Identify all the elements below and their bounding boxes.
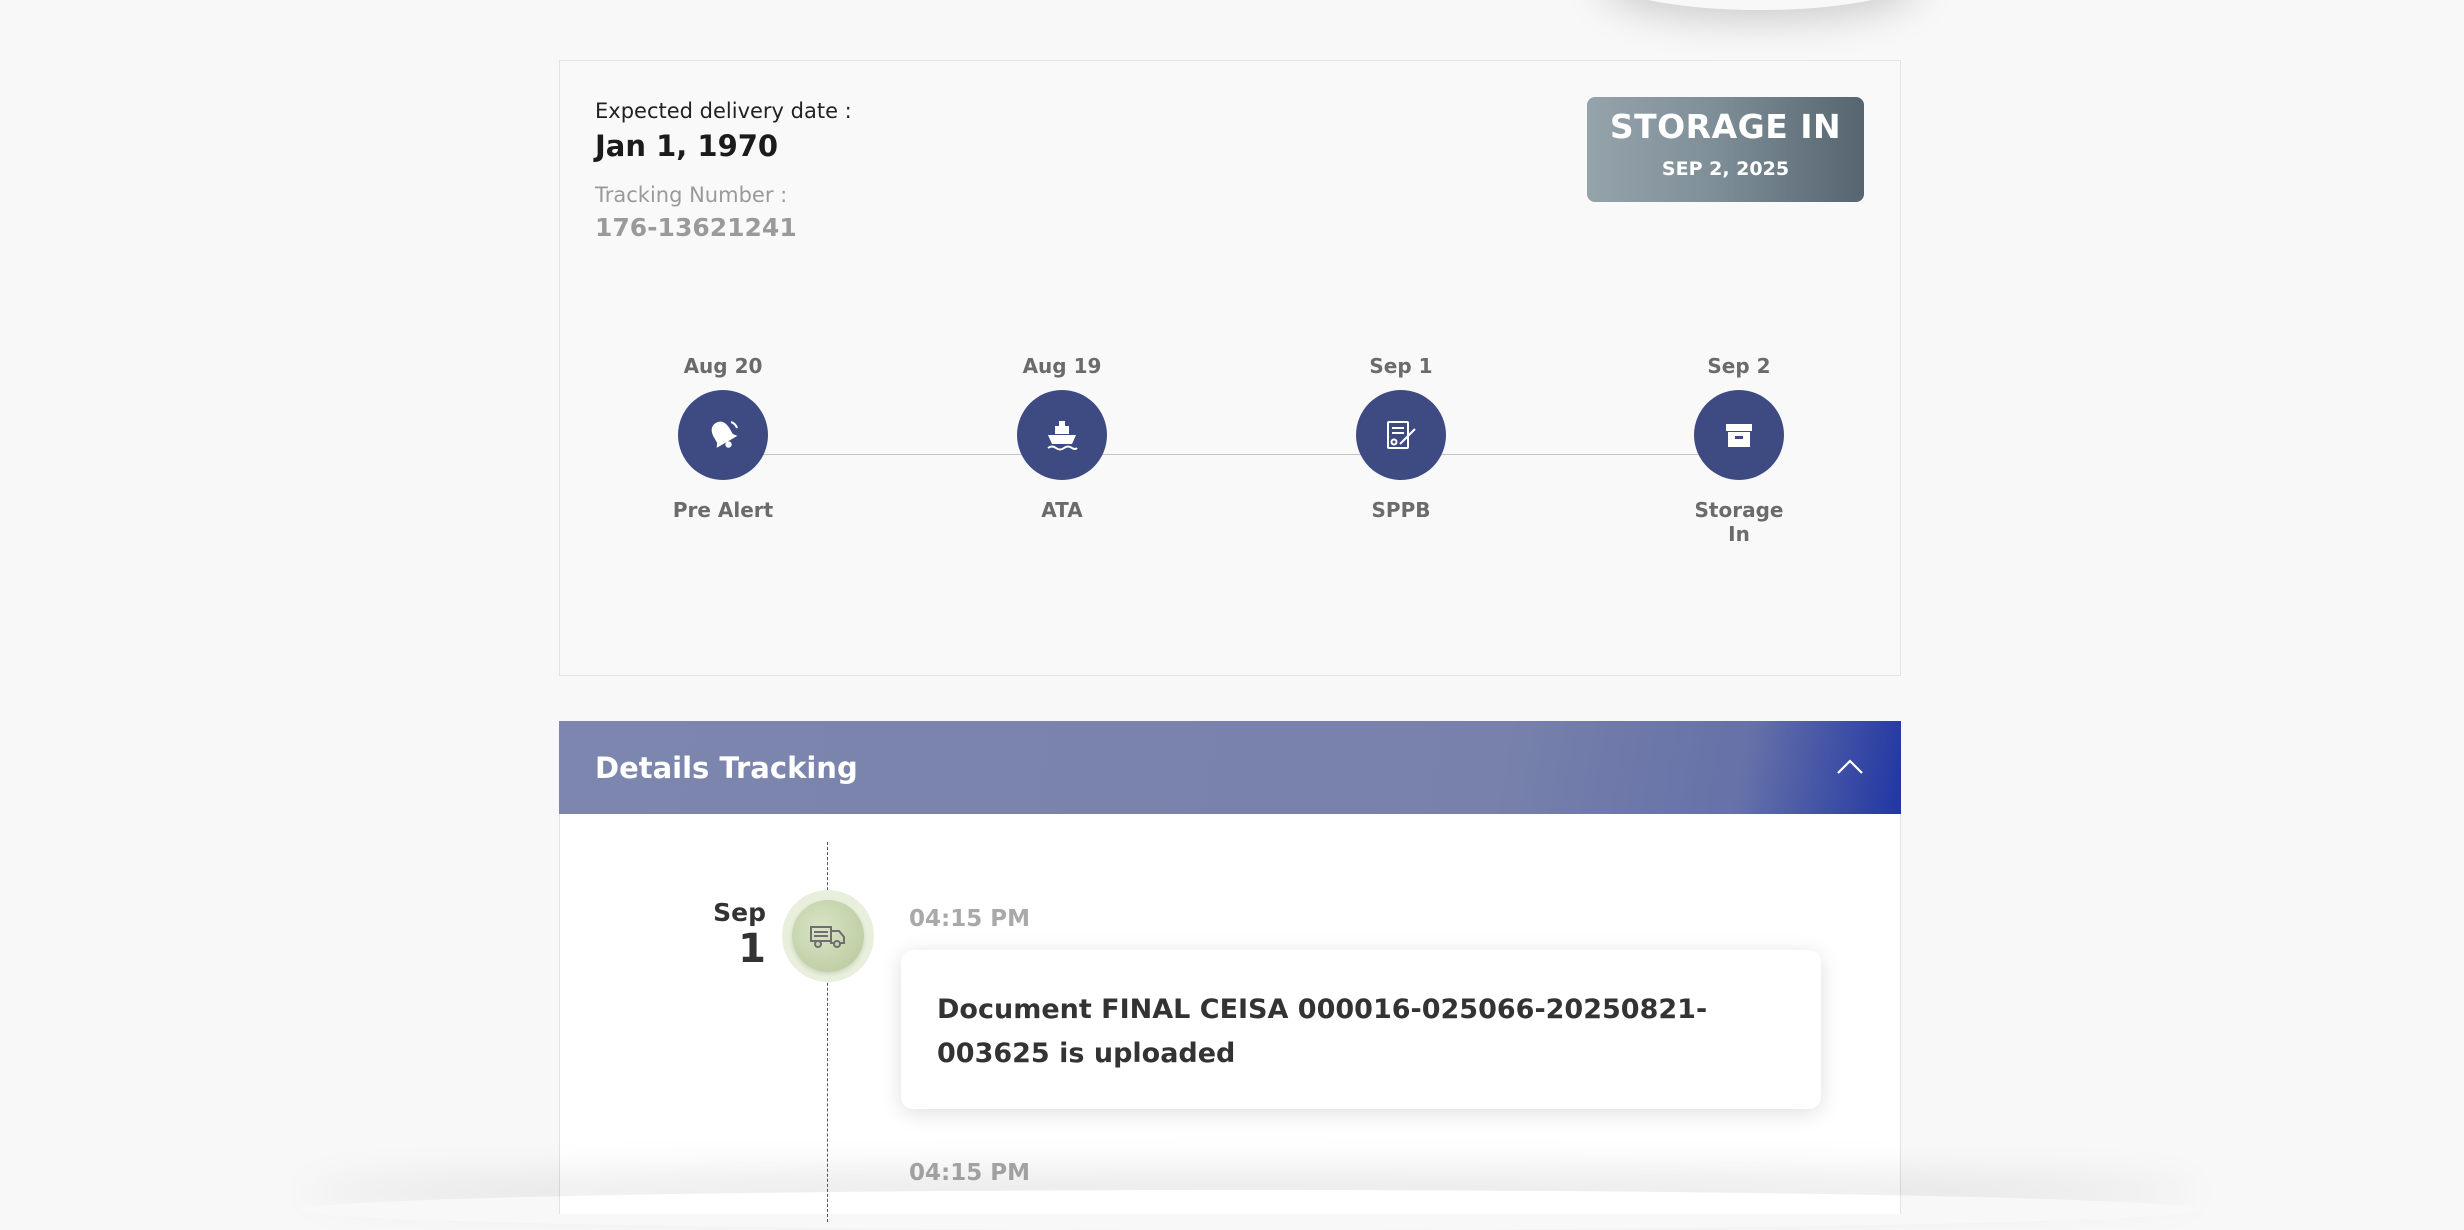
event-time: 04:15 PM	[909, 1160, 1030, 1186]
event-message-card: Document FINAL CEISA 000016-025066-20250…	[901, 950, 1821, 1109]
event-time: 04:15 PM	[909, 906, 1030, 932]
event-day: 1	[738, 926, 766, 972]
bottom-overlay-shadow	[300, 1190, 2200, 1230]
truck-icon	[810, 926, 845, 948]
step-date: Sep 1	[1369, 354, 1433, 378]
tracking-number-value: 176-13621241	[595, 213, 797, 242]
details-tracking-body: Sep 1 04:15 PM Document FINAL CEISA 0000…	[559, 814, 1901, 1222]
event-marker-dot	[792, 900, 864, 972]
step-icon-circle	[678, 390, 768, 480]
step-ata: Aug 19 ATA	[962, 354, 1162, 522]
floating-element-shadow	[1600, 0, 1920, 10]
details-tracking-header[interactable]: Details Tracking	[559, 721, 1901, 814]
progress-connector-line	[723, 454, 1739, 455]
document-sign-icon	[1387, 421, 1416, 449]
ship-icon	[1047, 421, 1078, 451]
step-storage-in: Sep 2 Storage In	[1639, 354, 1839, 546]
step-date: Aug 20	[683, 354, 763, 378]
event-message: Document FINAL CEISA 000016-025066-20250…	[937, 994, 1708, 1069]
step-date: Aug 19	[1022, 354, 1102, 378]
step-date: Sep 2	[1707, 354, 1771, 378]
event-marker	[782, 890, 874, 982]
details-tracking-title: Details Tracking	[595, 751, 858, 785]
status-badge-date: SEP 2, 2025	[1661, 158, 1790, 180]
step-label: Pre Alert	[672, 498, 774, 522]
bell-icon	[711, 421, 738, 448]
step-label: Storage In	[1694, 498, 1784, 546]
step-icon-circle	[1356, 390, 1446, 480]
shipment-summary-card: Expected delivery date : Jan 1, 1970 Tra…	[559, 60, 1901, 676]
event-month: Sep	[713, 898, 766, 927]
step-label: ATA	[1041, 498, 1083, 522]
status-badge-title: STORAGE IN	[1609, 107, 1842, 146]
tracking-number-label: Tracking Number :	[595, 183, 788, 207]
step-pre-alert: Aug 20 Pre Alert	[623, 354, 823, 522]
step-label: SPPB	[1371, 498, 1431, 522]
step-icon-circle	[1017, 390, 1107, 480]
expected-delivery-date: Jan 1, 1970	[595, 129, 779, 163]
expected-delivery-label: Expected delivery date :	[595, 99, 852, 123]
step-sppb: Sep 1 SPPB	[1301, 354, 1501, 522]
step-icon-circle	[1694, 390, 1784, 480]
chevron-up-icon[interactable]	[1835, 752, 1865, 782]
archive-box-icon	[1726, 424, 1752, 447]
status-badge: STORAGE IN SEP 2, 2025	[1587, 97, 1864, 202]
